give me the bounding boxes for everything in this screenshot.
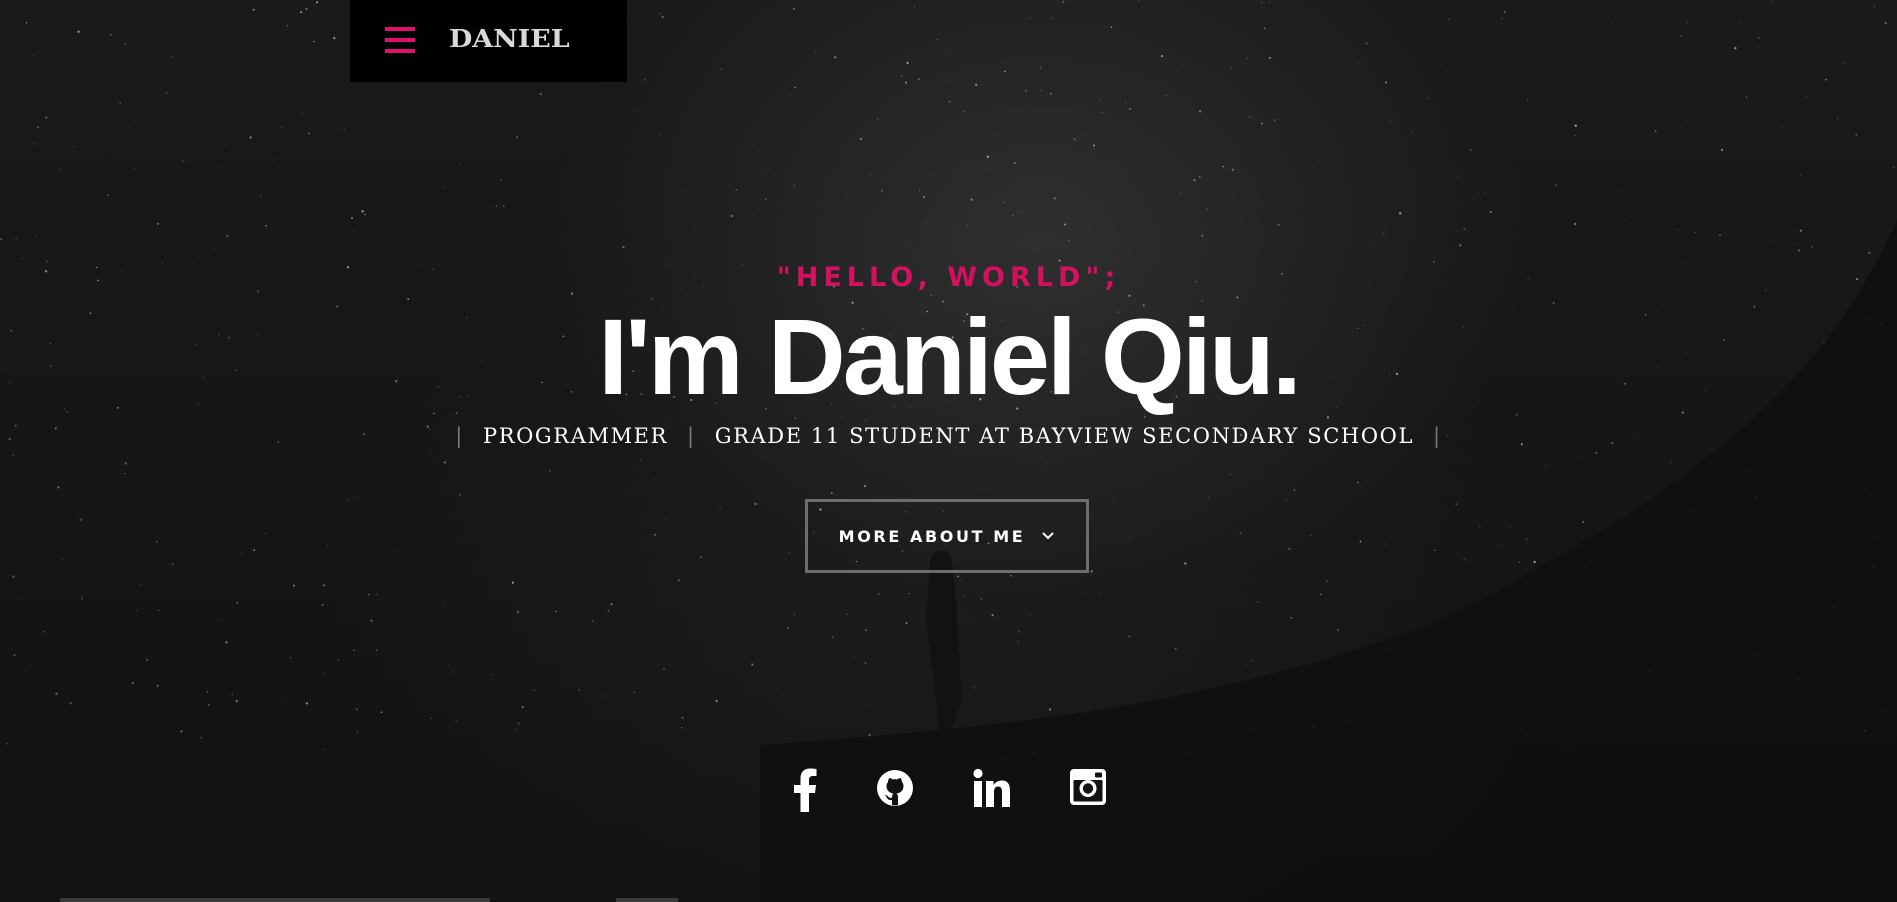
facebook-icon[interactable] bbox=[792, 768, 818, 814]
hill-silhouette bbox=[760, 220, 1897, 902]
separator: | bbox=[687, 424, 696, 448]
site-logo[interactable]: DANIEL bbox=[449, 24, 570, 53]
github-icon[interactable] bbox=[876, 768, 914, 814]
instagram-icon[interactable] bbox=[1070, 768, 1106, 814]
section-divider bbox=[616, 898, 678, 902]
position-programmer: PROGRAMMER bbox=[482, 424, 669, 448]
more-about-me-label: MORE ABOUT ME bbox=[838, 526, 1026, 546]
section-divider bbox=[60, 898, 490, 902]
position-student: GRADE 11 STUDENT AT BAYVIEW SECONDARY SC… bbox=[714, 424, 1415, 448]
separator: | bbox=[455, 424, 464, 448]
intro-positions: | PROGRAMMER | GRADE 11 STUDENT AT BAYVIEW … bbox=[0, 424, 1897, 448]
more-about-me-button[interactable]: MORE ABOUT ME bbox=[805, 499, 1089, 573]
hero-section: DANIEL "HELLO, WORLD"; I'm Daniel Qiu. |… bbox=[0, 0, 1897, 902]
chevron-down-icon bbox=[1042, 532, 1055, 540]
linkedin-icon[interactable] bbox=[973, 768, 1011, 814]
page-title: I'm Daniel Qiu. bbox=[598, 296, 1302, 417]
hamburger-menu-icon[interactable] bbox=[385, 27, 415, 53]
separator: | bbox=[1433, 424, 1442, 448]
intro-pretitle: "HELLO, WORLD"; bbox=[776, 262, 1121, 293]
